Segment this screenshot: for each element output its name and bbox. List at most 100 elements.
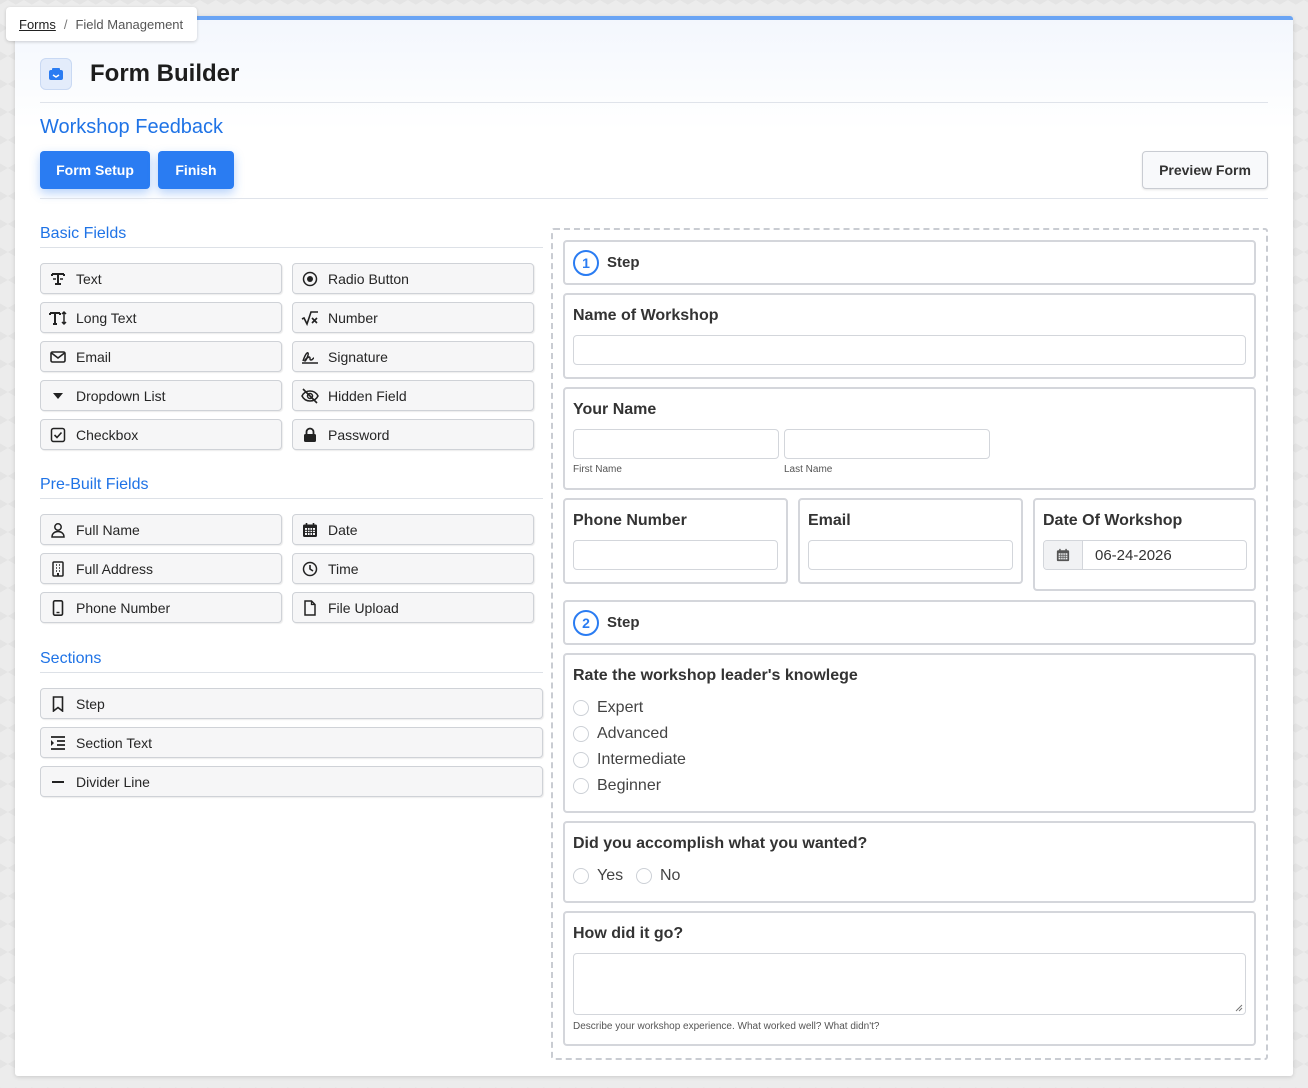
breadcrumb: Forms / Field Management <box>6 7 197 41</box>
file-icon <box>301 599 319 617</box>
step-number-badge: 2 <box>573 609 599 636</box>
palette-item-label: Password <box>328 426 390 443</box>
field-help-text: Describe your workshop experience. What … <box>573 1021 880 1032</box>
workshop-name-input[interactable] <box>573 335 1246 365</box>
palette-item-label: Step <box>76 695 105 712</box>
form-builder-app-icon <box>40 58 72 90</box>
step-2-section[interactable]: 2 Step <box>563 600 1256 645</box>
radio-icon <box>301 270 319 288</box>
clock-icon <box>301 560 319 578</box>
calendar-icon[interactable] <box>1044 541 1083 569</box>
calendar-icon <box>301 521 319 539</box>
bookmark-icon <box>49 695 67 713</box>
radio-circle[interactable] <box>573 868 589 884</box>
envelope-icon <box>49 348 67 366</box>
basic-fields-heading: Basic Fields <box>40 225 543 248</box>
checkbox-icon <box>49 426 67 444</box>
building-icon <box>49 560 67 578</box>
palette-item-label: Divider Line <box>76 773 150 790</box>
field-leader-knowledge[interactable]: Rate the workshop leader's knowlege Expe… <box>563 653 1256 813</box>
palette-item-phone-number[interactable]: Phone Number <box>40 592 282 623</box>
form-setup-button[interactable]: Form Setup <box>40 151 150 189</box>
palette-item-signature[interactable]: Signature <box>292 341 534 372</box>
field-email[interactable]: Email <box>798 498 1023 584</box>
palette-item-hidden-field[interactable]: Hidden Field <box>292 380 534 411</box>
preview-form-button[interactable]: Preview Form <box>1142 151 1268 189</box>
palette-item-label: Full Name <box>76 521 140 538</box>
long-text-icon <box>49 309 67 327</box>
radio-option-no[interactable]: No <box>636 867 680 885</box>
form-builder-panel: Form Builder Workshop Feedback Form Setu… <box>15 16 1293 1076</box>
radio-option-advanced[interactable]: Advanced <box>573 725 668 743</box>
finish-button[interactable]: Finish <box>158 151 234 189</box>
first-name-input[interactable] <box>573 429 779 459</box>
experience-textarea[interactable] <box>573 953 1246 1015</box>
field-label: Email <box>808 512 851 529</box>
field-accomplish[interactable]: Did you accomplish what you wanted? Yes … <box>563 821 1256 903</box>
date-input[interactable]: 06-24-2026 <box>1083 541 1246 569</box>
field-phone-number[interactable]: Phone Number <box>563 498 788 584</box>
radio-circle[interactable] <box>636 868 652 884</box>
palette-item-checkbox[interactable]: Checkbox <box>40 419 282 450</box>
field-name-of-workshop[interactable]: Name of Workshop <box>563 293 1256 379</box>
palette-item-email[interactable]: Email <box>40 341 282 372</box>
minus-icon <box>49 773 67 791</box>
radio-circle[interactable] <box>573 778 589 794</box>
lock-icon <box>301 426 319 444</box>
date-input-group[interactable]: 06-24-2026 <box>1043 540 1247 570</box>
radio-circle[interactable] <box>573 700 589 716</box>
field-your-name[interactable]: Your Name First Name Last Name <box>563 387 1256 490</box>
field-label: Rate the workshop leader's knowlege <box>573 667 858 684</box>
palette-item-label: Hidden Field <box>328 387 407 404</box>
radio-option-expert[interactable]: Expert <box>573 699 643 717</box>
radio-option-intermediate[interactable]: Intermediate <box>573 751 686 769</box>
radio-label: No <box>660 867 681 884</box>
radio-circle[interactable] <box>573 752 589 768</box>
palette-item-divider-line[interactable]: Divider Line <box>40 766 543 797</box>
page-title: Form Builder <box>90 60 240 87</box>
last-name-input[interactable] <box>784 429 990 459</box>
breadcrumb-current: Field Management <box>75 16 184 32</box>
page-header: Form Builder <box>40 58 239 90</box>
palette-item-section-text[interactable]: Section Text <box>40 727 543 758</box>
palette-item-file-upload[interactable]: File Upload <box>292 592 534 623</box>
caret-down-icon <box>49 387 67 405</box>
first-name-label: First Name <box>573 464 622 475</box>
palette-item-date[interactable]: Date <box>292 514 534 545</box>
email-input[interactable] <box>808 540 1013 570</box>
field-how-did-it-go[interactable]: How did it go? Describe your workshop ex… <box>563 911 1256 1046</box>
field-date-of-workshop[interactable]: Date Of Workshop 06-24-2026 <box>1033 498 1256 591</box>
palette-item-dropdown-list[interactable]: Dropdown List <box>40 380 282 411</box>
resize-handle-icon[interactable] <box>1235 1004 1243 1012</box>
palette-item-number[interactable]: Number <box>292 302 534 333</box>
palette-item-long-text[interactable]: Long Text <box>40 302 282 333</box>
palette-item-time[interactable]: Time <box>292 553 534 584</box>
breadcrumb-forms-link[interactable]: Forms <box>19 17 56 32</box>
radio-label: Beginner <box>597 777 662 794</box>
form-name: Workshop Feedback <box>40 116 224 138</box>
palette-item-label: Checkbox <box>76 426 139 443</box>
form-canvas[interactable]: 1 Step Name of Workshop Your Name First … <box>551 228 1268 1060</box>
radio-circle[interactable] <box>573 726 589 742</box>
signature-icon <box>301 348 319 366</box>
mobile-icon <box>49 599 67 617</box>
eye-slash-icon <box>301 387 319 405</box>
field-label: Did you accomplish what you wanted? <box>573 835 868 852</box>
step-number-badge: 1 <box>573 249 599 276</box>
header-divider <box>40 102 1268 103</box>
palette-item-label: Long Text <box>76 309 137 326</box>
radio-option-yes[interactable]: Yes <box>573 867 623 885</box>
palette-item-full-name[interactable]: Full Name <box>40 514 282 545</box>
radio-option-beginner[interactable]: Beginner <box>573 777 661 795</box>
phone-number-input[interactable] <box>573 540 778 570</box>
sections-heading: Sections <box>40 650 543 673</box>
palette-item-step[interactable]: Step <box>40 688 543 719</box>
palette-item-radio-button[interactable]: Radio Button <box>292 263 534 294</box>
palette-item-password[interactable]: Password <box>292 419 534 450</box>
palette-item-full-address[interactable]: Full Address <box>40 553 282 584</box>
step-label: Step <box>607 614 640 631</box>
radio-label: Expert <box>597 699 644 716</box>
radio-label: Intermediate <box>597 751 686 768</box>
step-1-section[interactable]: 1 Step <box>563 240 1256 285</box>
palette-item-text[interactable]: Text <box>40 263 282 294</box>
